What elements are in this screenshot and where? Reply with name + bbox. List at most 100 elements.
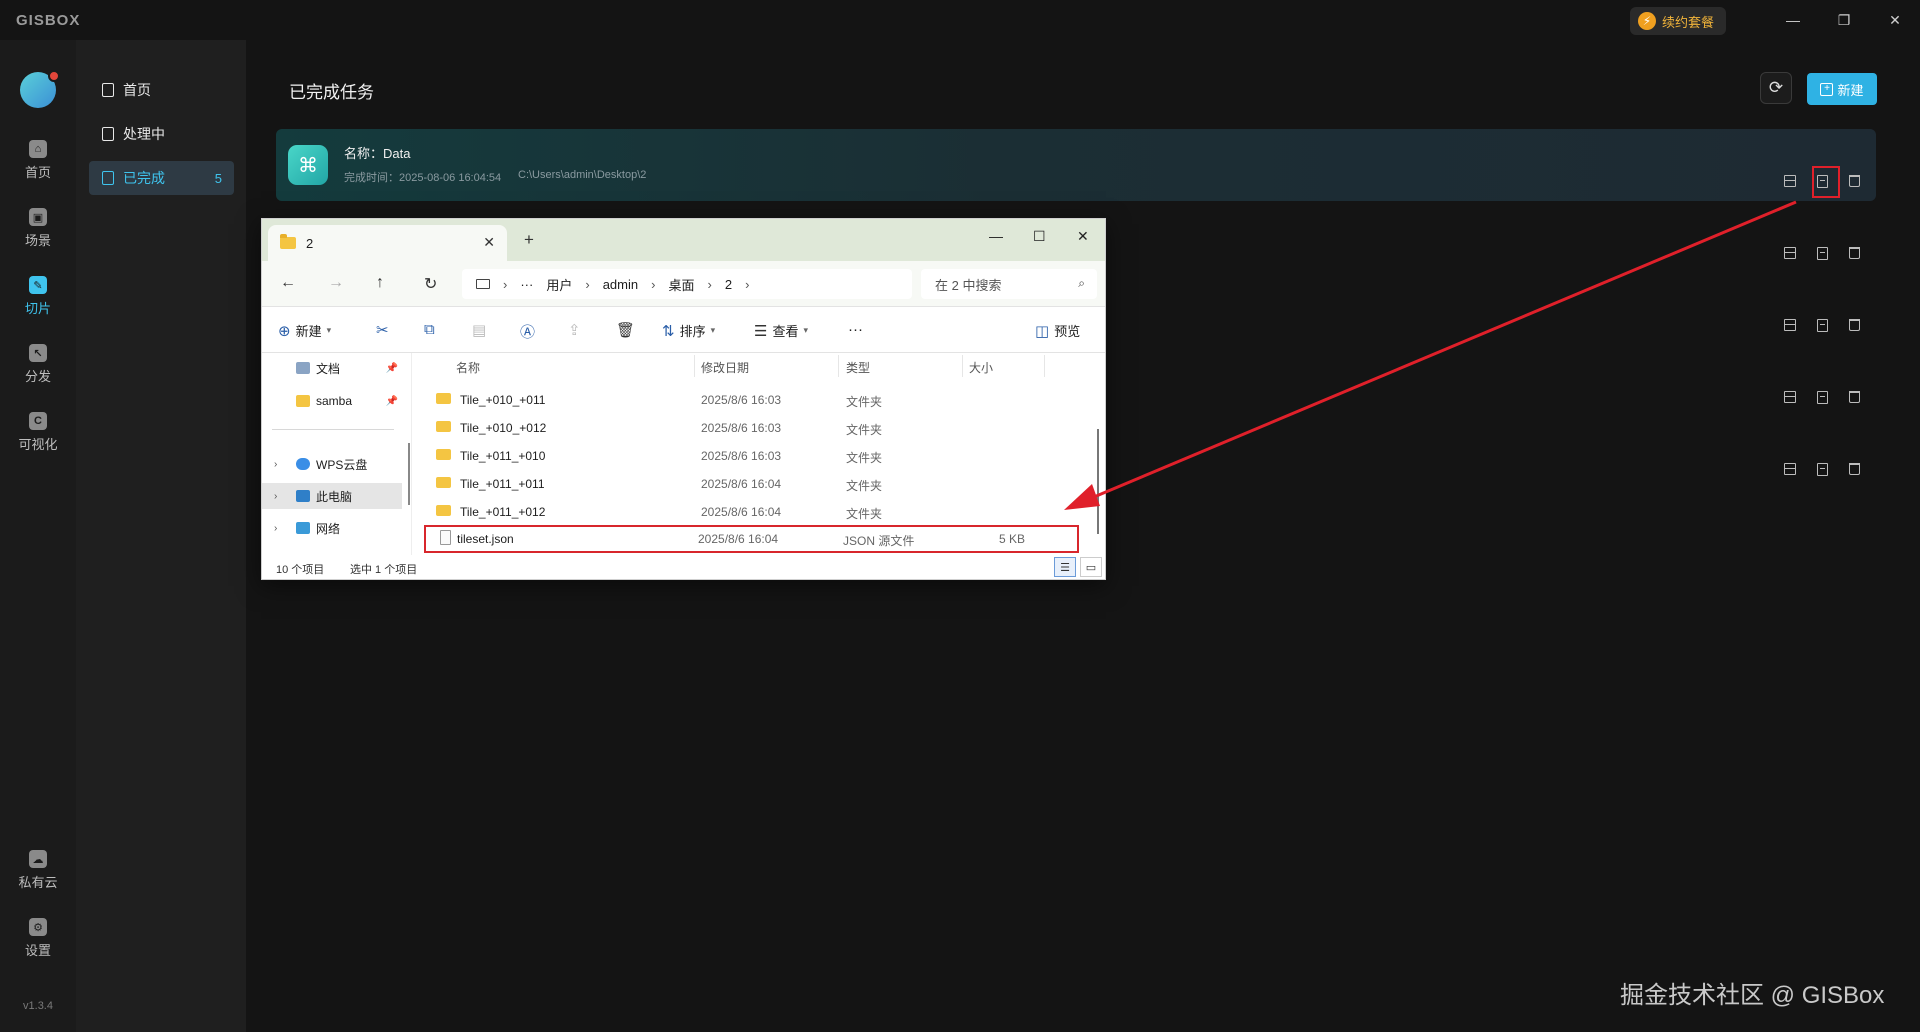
column-header-date[interactable]: 修改日期 (701, 359, 749, 376)
paste-button[interactable]: ▤ (472, 321, 486, 339)
file-row[interactable]: Tile_+011_+012 2025/8/6 16:04 文件夹 (424, 500, 1079, 523)
share-button[interactable]: ⇪ (568, 321, 581, 339)
restore-button[interactable]: ❐ (1831, 8, 1857, 32)
chevron-right-icon[interactable]: › (274, 491, 277, 502)
sidebar-item-wps-cloud[interactable]: › WPS云盘 (262, 451, 402, 477)
open-folder-icon[interactable] (1814, 389, 1830, 405)
delete-icon[interactable] (1846, 317, 1862, 333)
back-arrow-icon[interactable]: ← (280, 274, 296, 292)
rail-item-scene[interactable]: ▣ 场景 (0, 208, 76, 264)
address-bar[interactable]: › ··· 用户 › admin › 桌面 › 2 › (462, 269, 912, 299)
delete-icon[interactable] (1846, 389, 1862, 405)
column-divider[interactable] (694, 355, 695, 377)
preview-grid-icon[interactable] (1782, 173, 1798, 189)
open-folder-icon[interactable] (1814, 317, 1830, 333)
breadcrumb-item[interactable]: 用户 (546, 275, 572, 294)
refresh-icon[interactable]: ↻ (424, 274, 437, 294)
file-row-selected[interactable]: tileset.json 2025/8/6 16:04 JSON 源文件 5 K… (424, 525, 1079, 553)
rail-item-tiling[interactable]: ✎ 切片 (0, 276, 76, 332)
breadcrumb-item[interactable]: 2 (725, 277, 732, 292)
file-row[interactable]: Tile_+010_+012 2025/8/6 16:03 文件夹 (424, 416, 1079, 439)
open-folder-icon[interactable] (1814, 245, 1830, 261)
explorer-close-button[interactable]: ✕ (1077, 228, 1089, 245)
task-name: 名称：Data (344, 146, 411, 161)
delete-icon[interactable] (1846, 245, 1862, 261)
view-button[interactable]: ☰ 查看 ▾ (754, 321, 808, 340)
file-list-scrollbar[interactable] (1097, 429, 1099, 534)
preview-grid-icon[interactable] (1782, 317, 1798, 333)
sidebar-item-this-pc[interactable]: › 此电脑 (262, 483, 402, 509)
file-date: 2025/8/6 16:03 (701, 421, 782, 435)
rename-button[interactable]: Ⓐ (520, 321, 535, 342)
sidebar-scrollbar[interactable] (408, 443, 410, 505)
gear-icon: ⚙ (29, 918, 47, 936)
file-row[interactable]: Tile_+010_+011 2025/8/6 16:03 文件夹 (424, 388, 1079, 411)
renew-plan-button[interactable]: ⚡ 续约套餐 (1630, 7, 1727, 35)
submenu-item-processing[interactable]: 处理中 (89, 117, 234, 151)
watermark: 掘金技术社区 @ GISBox (1620, 982, 1885, 1009)
search-input[interactable]: 在 2 中搜索 ⌕ (921, 269, 1097, 299)
sidebar-item-label: 文档 (316, 361, 341, 376)
sidebar-item-network[interactable]: › 网络 (262, 515, 402, 541)
preview-pane-button[interactable]: ◫ 预览 (1035, 321, 1080, 340)
chevron-right-icon[interactable]: › (274, 523, 277, 534)
close-button[interactable]: ✕ (1882, 8, 1908, 32)
item-count: 10 个项目 (276, 564, 325, 576)
refresh-button[interactable]: ⟳ (1760, 72, 1792, 104)
up-arrow-icon[interactable]: ↑ (376, 274, 384, 292)
more-path-icon[interactable]: ··· (520, 277, 533, 292)
selected-count: 选中 1 个项目 (350, 564, 418, 576)
forward-arrow-icon[interactable]: → (328, 274, 344, 292)
rail-item-settings[interactable]: ⚙ 设置 (0, 918, 76, 974)
preview-grid-icon[interactable] (1782, 461, 1798, 477)
breadcrumb-item[interactable]: admin (603, 277, 638, 292)
delete-icon[interactable] (1846, 461, 1862, 477)
rail-item-distribute[interactable]: ↖ 分发 (0, 344, 76, 400)
explorer-nav-bar: ← → ↑ ↻ › ··· 用户 › admin › 桌面 › 2 › 在 2 … (262, 261, 1105, 307)
task-card[interactable]: ⌘ 名称：Data 完成时间：2025-08-06 16:04:54 C:\Us… (276, 129, 1876, 201)
sort-button[interactable]: ⇅ 排序 ▾ (662, 321, 715, 340)
column-header-name[interactable]: 名称 (456, 359, 480, 376)
explorer-maximize-button[interactable]: ☐ (1033, 228, 1046, 245)
tile-edit-icon: ✎ (29, 276, 47, 294)
explorer-minimize-button[interactable]: — (989, 228, 1003, 244)
column-divider[interactable] (1044, 355, 1045, 377)
new-task-button[interactable]: + 新建 (1807, 73, 1877, 105)
preview-grid-icon[interactable] (1782, 389, 1798, 405)
folder-icon (436, 449, 451, 460)
preview-grid-icon[interactable] (1782, 245, 1798, 261)
open-folder-icon[interactable] (1814, 461, 1830, 477)
column-divider[interactable] (962, 355, 963, 377)
file-row[interactable]: Tile_+011_+010 2025/8/6 16:03 文件夹 (424, 444, 1079, 467)
delete-button[interactable]: 🗑 (616, 321, 635, 339)
submenu-item-completed[interactable]: 已完成 5 (89, 161, 234, 195)
file-row[interactable]: Tile_+011_+011 2025/8/6 16:04 文件夹 (424, 472, 1079, 495)
more-options-button[interactable]: ··· (848, 321, 863, 338)
explorer-tab[interactable]: 2 ✕ (268, 225, 507, 261)
sidebar-item-samba[interactable]: samba 📌 (262, 388, 402, 414)
explorer-tab-strip: 2 ✕ + — ☐ ✕ (262, 219, 1105, 261)
copy-button[interactable]: ⧉ (424, 321, 435, 338)
cut-button[interactable]: ✂ (376, 321, 389, 339)
submenu-item-home[interactable]: 首页 (89, 73, 234, 107)
sidebar-item-documents[interactable]: 文档 📌 (262, 355, 402, 381)
rail-item-home[interactable]: ⌂ 首页 (0, 140, 76, 196)
column-header-size[interactable]: 大小 (969, 359, 993, 376)
breadcrumb-item[interactable]: 桌面 (668, 275, 694, 294)
chevron-right-icon[interactable]: › (274, 459, 277, 470)
file-list: 名称 修改日期 类型 大小 Tile_+010_+011 2025/8/6 16… (424, 353, 1092, 555)
rail-item-visualize[interactable]: C 可视化 (0, 412, 76, 468)
column-divider[interactable] (838, 355, 839, 377)
tiles-view-icon[interactable]: ▭ (1080, 557, 1102, 577)
details-view-icon[interactable]: ☰ (1054, 557, 1076, 577)
sort-icon: ⇅ (662, 322, 675, 340)
minimize-button[interactable]: — (1780, 8, 1806, 32)
file-type: JSON 源文件 (843, 534, 915, 548)
new-item-button[interactable]: ⊕ 新建 ▾ (278, 321, 331, 340)
delete-icon[interactable] (1846, 173, 1862, 189)
new-tab-icon[interactable]: + (524, 230, 534, 250)
rail-item-private-cloud[interactable]: ☁ 私有云 (0, 850, 76, 906)
tileset-icon: ⌘ (288, 145, 328, 185)
column-header-type[interactable]: 类型 (846, 359, 870, 376)
close-tab-icon[interactable]: ✕ (483, 234, 495, 251)
